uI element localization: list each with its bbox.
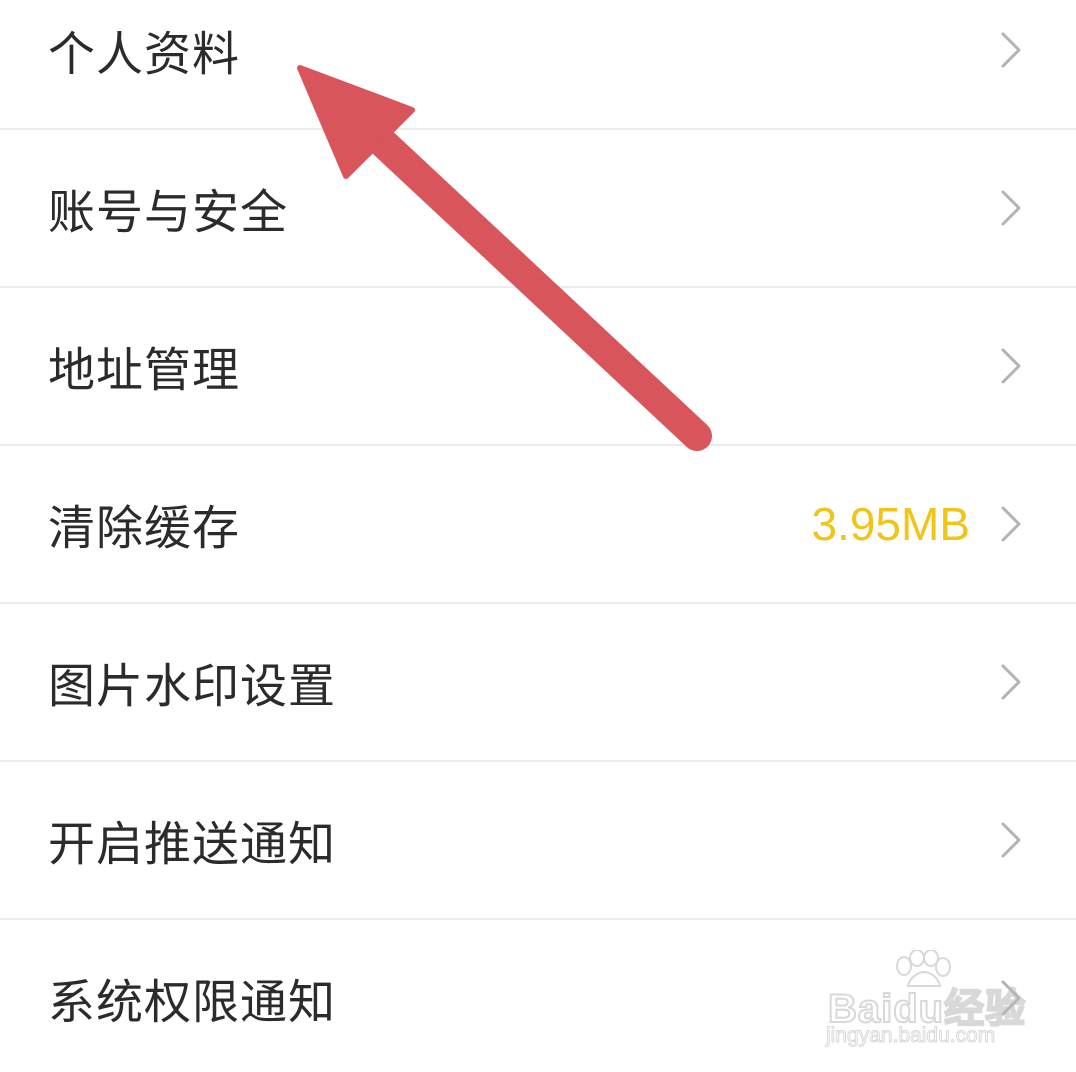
chevron-right-icon [1001,32,1021,68]
watermark-url: jingyan.baidu.com [825,1024,996,1048]
settings-item-label: 个人资料 [48,27,240,83]
chevron-right-icon [1001,664,1021,700]
chevron-right-icon [1001,506,1021,542]
settings-list: 个人资料 账号与安全 地址管理 清除缓存 3.95MB 图片水印设置 开启推送通… [0,0,1076,1072]
baidu-jingyan-watermark: Baidu经验 jingyan.baidu.com [822,950,1042,1060]
settings-item-push-notifications[interactable]: 开启推送通知 [0,762,1076,920]
cache-size-value: 3.95MB [811,498,970,550]
settings-item-label: 开启推送通知 [48,817,336,873]
settings-item-label: 图片水印设置 [48,659,336,715]
settings-item-address[interactable]: 地址管理 [0,288,1076,446]
chevron-right-icon [1001,822,1021,858]
settings-item-account-security[interactable]: 账号与安全 [0,130,1076,288]
settings-item-label: 清除缓存 [48,501,240,557]
settings-item-label: 地址管理 [48,343,240,399]
chevron-right-icon [1001,348,1021,384]
settings-item-label: 系统权限通知 [48,975,336,1031]
settings-item-profile[interactable]: 个人资料 [0,0,1076,130]
chevron-right-icon [1001,190,1021,226]
settings-item-clear-cache[interactable]: 清除缓存 3.95MB [0,446,1076,604]
settings-item-watermark[interactable]: 图片水印设置 [0,604,1076,762]
settings-item-label: 账号与安全 [48,185,288,241]
